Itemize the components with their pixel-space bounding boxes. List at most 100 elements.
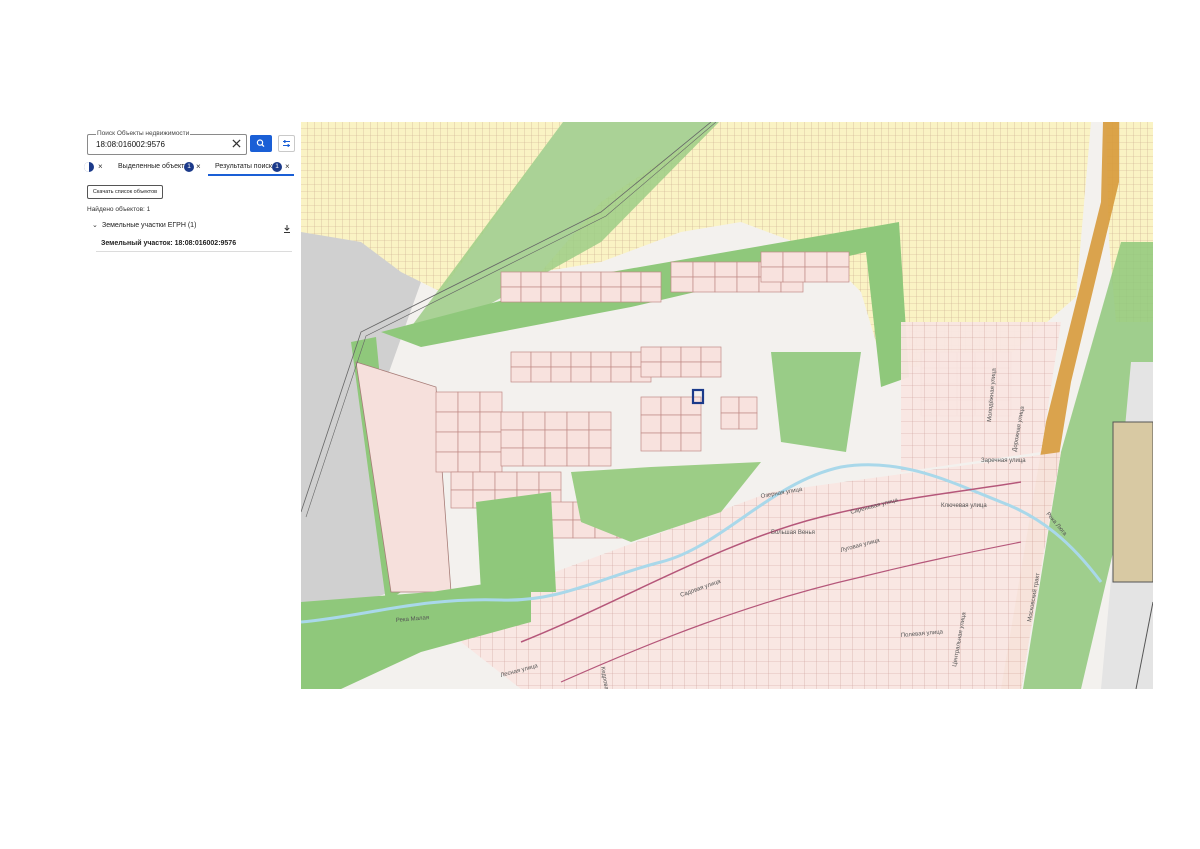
download-icon[interactable] — [282, 221, 292, 233]
result-list-item[interactable]: Земельный участок: 18:08:016002:9576 — [96, 237, 292, 252]
parcel[interactable] — [670, 261, 694, 278]
parcel[interactable] — [714, 261, 738, 278]
parcel[interactable] — [640, 286, 662, 303]
parcel[interactable] — [457, 391, 481, 413]
parcel[interactable] — [620, 286, 642, 303]
parcel[interactable] — [680, 361, 702, 378]
parcel[interactable] — [692, 261, 716, 278]
parcel[interactable] — [494, 471, 518, 491]
parcel[interactable] — [692, 276, 716, 293]
parcel[interactable] — [782, 266, 806, 283]
parcel[interactable] — [680, 346, 702, 363]
parcel[interactable] — [720, 396, 740, 414]
parcel[interactable] — [520, 271, 542, 288]
parcel[interactable] — [738, 396, 758, 414]
parcel[interactable] — [580, 286, 602, 303]
parcel[interactable] — [610, 366, 632, 383]
parcel[interactable] — [736, 261, 760, 278]
search-field[interactable]: Поиск Объекты недвижимости 18:08:016002:… — [87, 130, 247, 155]
parcel[interactable] — [479, 411, 503, 433]
parcel[interactable] — [510, 351, 532, 368]
parcel[interactable] — [550, 366, 572, 383]
parcel[interactable] — [566, 429, 590, 449]
parcel[interactable] — [530, 351, 552, 368]
search-button[interactable] — [250, 135, 272, 152]
parcel[interactable] — [620, 271, 642, 288]
parcel[interactable] — [538, 471, 562, 491]
results-group-header[interactable]: ⌄ Земельные участки ЕГРН (1) — [92, 221, 292, 233]
download-list-button[interactable]: Скачать список объектов — [87, 185, 163, 199]
parcel[interactable] — [670, 276, 694, 293]
cadastral-map[interactable]: Большая Венья Садовая улица Луговая улиц… — [301, 122, 1153, 689]
parcel[interactable] — [479, 451, 503, 473]
parcel[interactable] — [540, 286, 562, 303]
parcel[interactable] — [588, 429, 612, 449]
parcel[interactable] — [826, 266, 850, 283]
parcel[interactable] — [640, 361, 662, 378]
parcel[interactable] — [738, 412, 758, 430]
clear-search-button[interactable] — [229, 137, 243, 151]
parcel[interactable] — [680, 396, 702, 416]
parcel[interactable] — [544, 429, 568, 449]
parcel[interactable] — [500, 429, 524, 449]
parcel[interactable] — [479, 431, 503, 453]
parcel[interactable] — [435, 391, 459, 413]
parcel[interactable] — [760, 266, 784, 283]
parcel[interactable] — [435, 431, 459, 453]
parcel[interactable] — [540, 271, 562, 288]
parcel[interactable] — [804, 266, 828, 283]
parcel[interactable] — [479, 391, 503, 413]
parcel[interactable] — [680, 432, 702, 452]
parcel[interactable] — [510, 366, 532, 383]
parcel[interactable] — [560, 286, 582, 303]
parcel[interactable] — [736, 276, 760, 293]
parcel[interactable] — [500, 447, 524, 467]
parcel[interactable] — [720, 412, 740, 430]
parcel[interactable] — [590, 366, 612, 383]
parcel[interactable] — [560, 271, 582, 288]
parcel[interactable] — [522, 429, 546, 449]
parcel[interactable] — [450, 471, 474, 491]
parcel[interactable] — [570, 366, 592, 383]
filter-button[interactable] — [278, 135, 295, 152]
parcel[interactable] — [640, 414, 662, 434]
parcel[interactable] — [550, 501, 574, 521]
parcel[interactable] — [600, 271, 622, 288]
close-tab-search-results-icon[interactable]: × — [285, 162, 290, 172]
parcel[interactable] — [500, 286, 522, 303]
parcel[interactable] — [520, 286, 542, 303]
parcel[interactable] — [544, 411, 568, 431]
parcel[interactable] — [700, 346, 722, 363]
parcel[interactable] — [640, 346, 662, 363]
parcel[interactable] — [660, 361, 682, 378]
tabs-scroll-left-icon[interactable] — [84, 162, 94, 172]
tab-selected-objects[interactable]: Выделенные объекты — [118, 162, 189, 172]
search-input[interactable]: 18:08:016002:9576 — [96, 139, 165, 150]
parcel[interactable] — [588, 411, 612, 431]
parcel[interactable] — [472, 471, 496, 491]
parcel[interactable] — [544, 447, 568, 467]
parcel[interactable] — [700, 361, 722, 378]
chevron-down-icon[interactable]: ⌄ — [92, 222, 98, 230]
parcel[interactable] — [660, 432, 682, 452]
close-tab-icon[interactable]: × — [98, 162, 103, 172]
parcel[interactable] — [588, 447, 612, 467]
parcel[interactable] — [457, 431, 481, 453]
parcel[interactable] — [610, 351, 632, 368]
parcel[interactable] — [760, 251, 784, 268]
close-tab-selected-objects-icon[interactable]: × — [196, 162, 201, 172]
parcel[interactable] — [550, 351, 572, 368]
parcel[interactable] — [640, 432, 662, 452]
parcel[interactable] — [580, 271, 602, 288]
parcel[interactable] — [640, 271, 662, 288]
parcel[interactable] — [530, 366, 552, 383]
parcel[interactable] — [457, 411, 481, 433]
parcel[interactable] — [826, 251, 850, 268]
parcel[interactable] — [590, 351, 612, 368]
parcel[interactable] — [714, 276, 738, 293]
parcel[interactable] — [522, 411, 546, 431]
parcel[interactable] — [550, 519, 574, 539]
parcel[interactable] — [600, 286, 622, 303]
parcel[interactable] — [500, 271, 522, 288]
parcel[interactable] — [660, 346, 682, 363]
